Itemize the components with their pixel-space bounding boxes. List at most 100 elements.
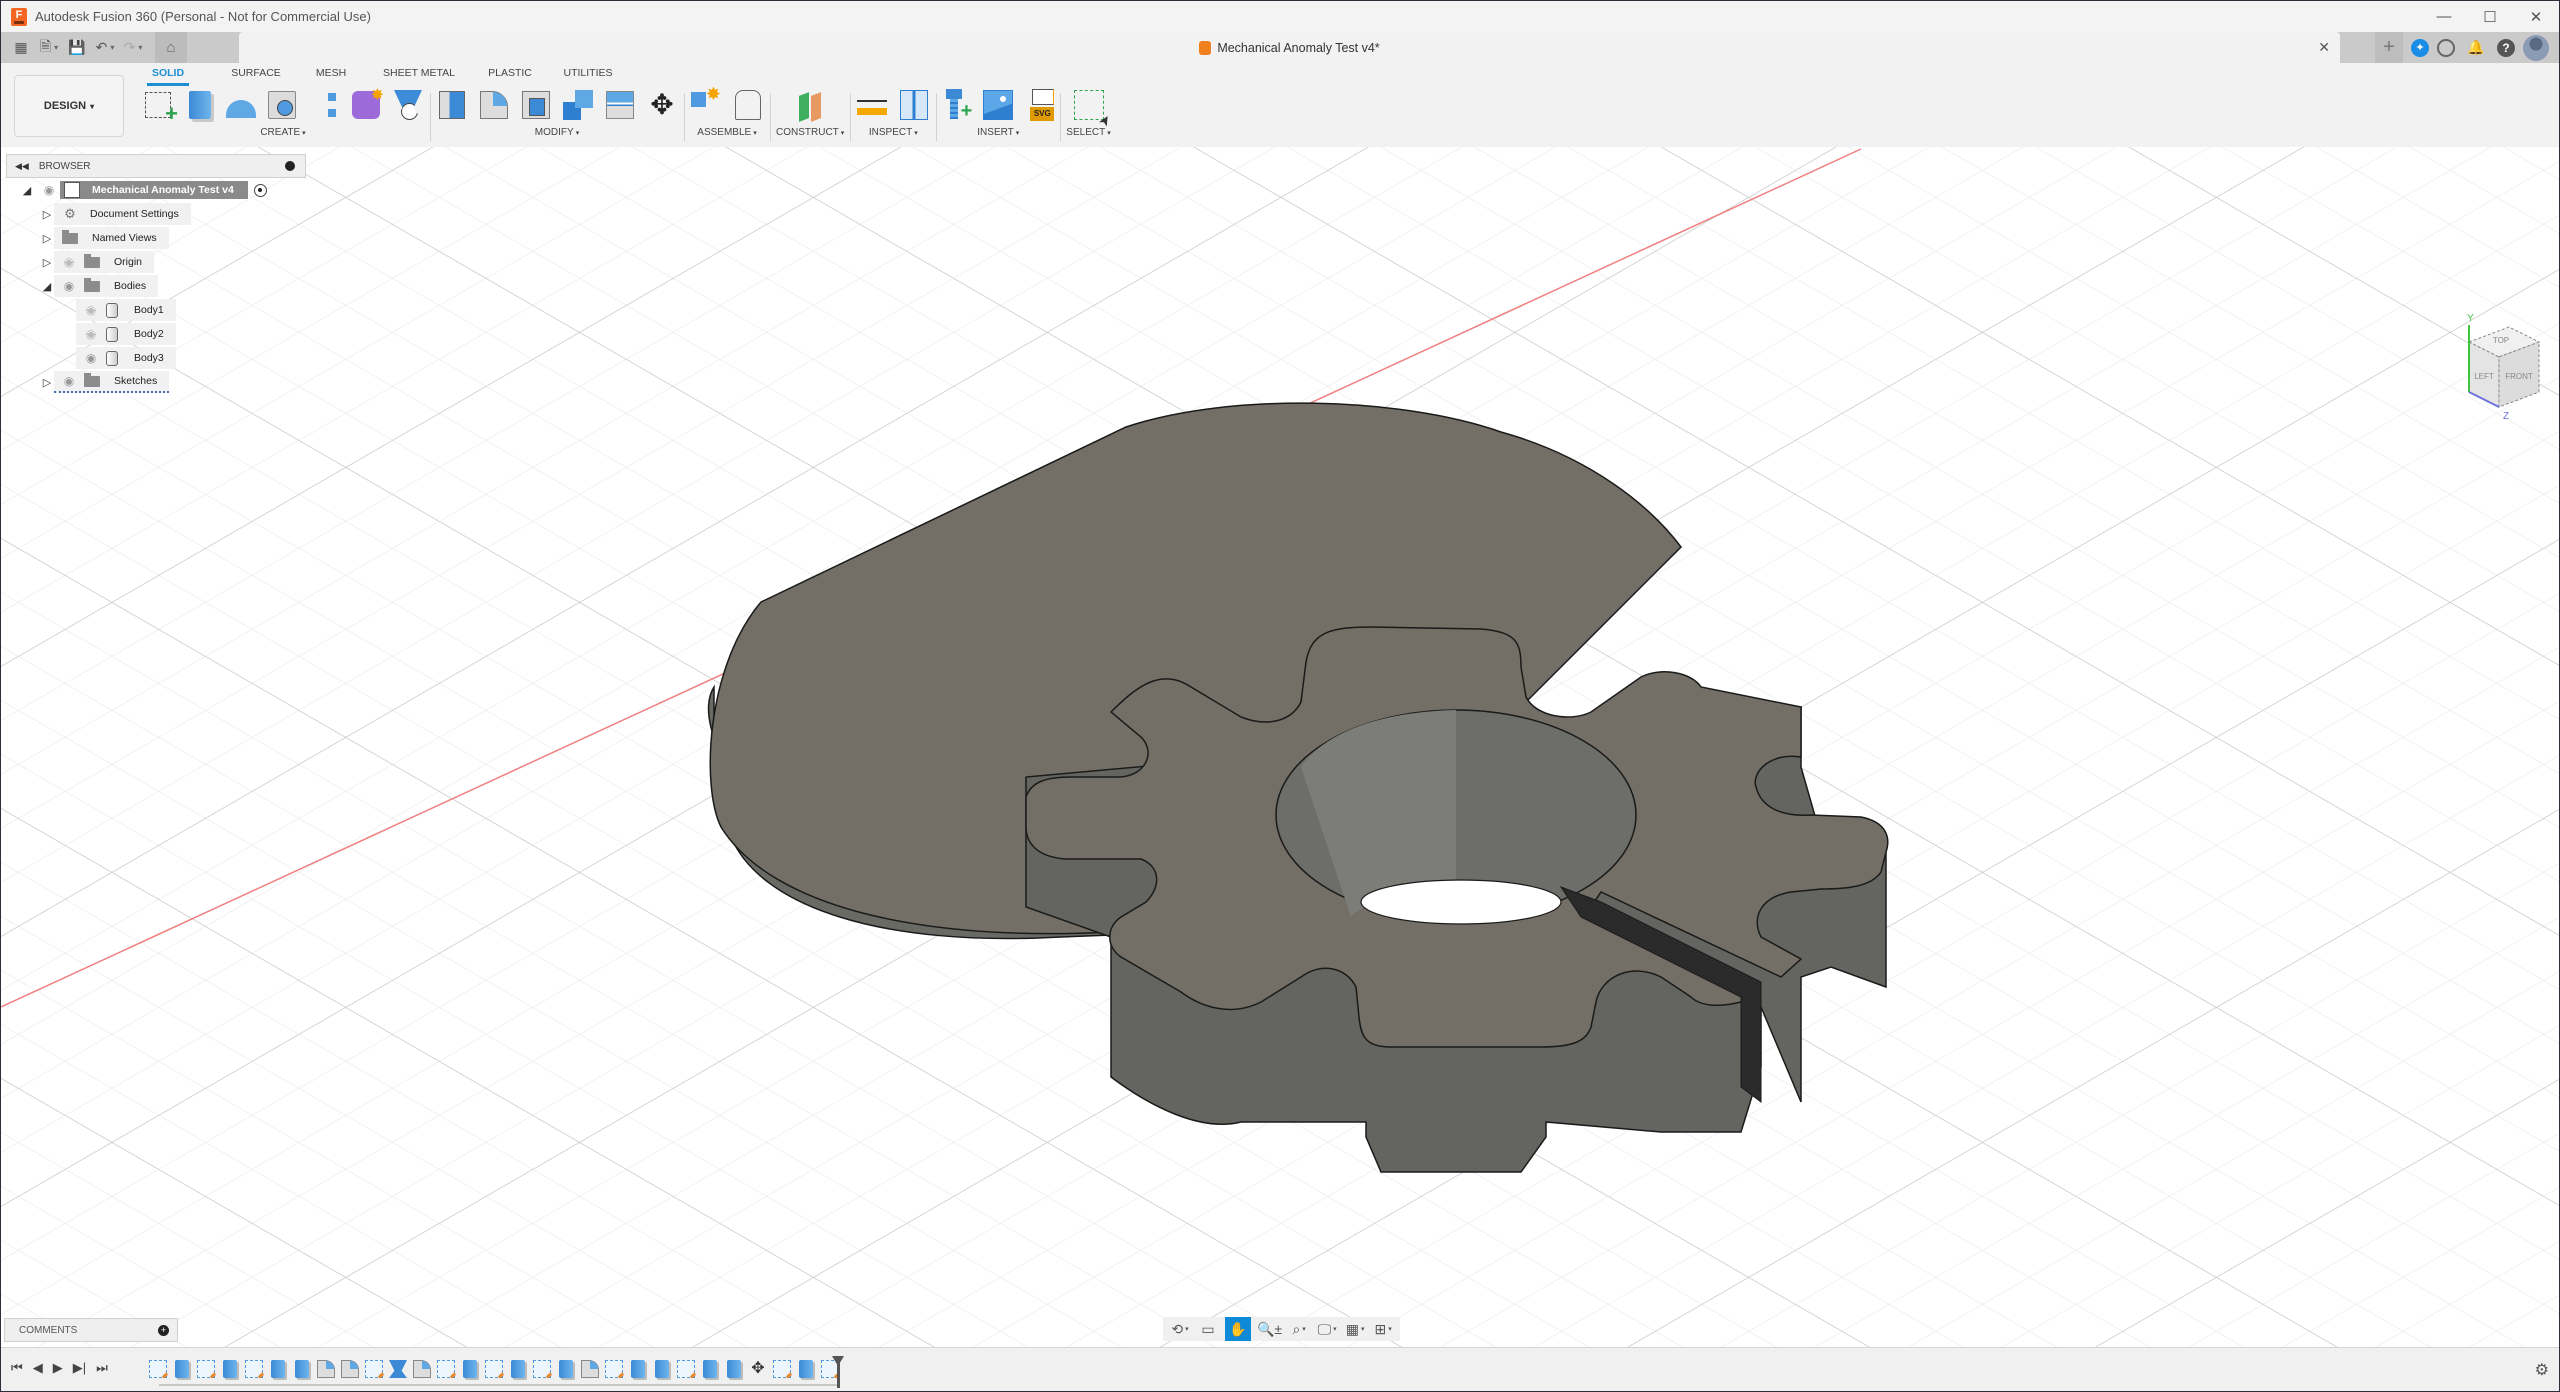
timeline-sketch-icon[interactable] [197,1360,215,1378]
minimize-button[interactable]: — [2421,1,2467,32]
timeline-sketch-icon[interactable] [605,1360,623,1378]
collapse-triangle-icon[interactable]: ◢ [40,280,54,293]
shell-icon[interactable] [522,91,550,119]
timeline-extrude-icon[interactable] [271,1360,285,1378]
timeline-extrude-icon[interactable] [559,1360,573,1378]
timeline-sketch-icon[interactable] [533,1360,551,1378]
timeline-marker[interactable] [832,1356,844,1388]
hidden-eye-icon[interactable]: ◉ [58,255,80,269]
step-back-button[interactable]: ◀ [33,1360,43,1376]
expand-triangle-icon[interactable]: ▷ [40,208,54,221]
timeline-fillet-icon[interactable] [413,1360,431,1378]
tab-solid[interactable]: SOLID [147,67,189,86]
save-button[interactable]: 💾 [65,36,89,60]
visibility-eye-icon[interactable]: ◉ [80,351,102,365]
timeline-sketch-icon[interactable] [149,1360,167,1378]
inspect-menu[interactable]: INSPECT ▾ [869,127,918,138]
extrude-icon[interactable] [189,91,211,119]
timeline-sketch-icon[interactable] [485,1360,503,1378]
timeline-extrude-icon[interactable] [223,1360,237,1378]
split-body-icon[interactable] [606,91,634,119]
timeline-sketch-icon[interactable] [245,1360,263,1378]
collapse-browser-icon[interactable]: ◀◀ [15,161,29,172]
combine-icon[interactable] [563,90,593,120]
workspace-switcher[interactable]: DESIGN ▾ [14,75,124,137]
tab-sheet-metal[interactable]: SHEET METAL [379,67,459,86]
orbit-button[interactable]: ⟲ ▾ [1169,1317,1191,1341]
visibility-eye-icon[interactable]: ◉ [58,374,80,388]
tree-item-sketches[interactable]: ▷ ◉ Sketches [6,370,306,394]
go-to-start-button[interactable]: ⏮ [11,1360,23,1376]
pin-icon[interactable] [285,161,295,171]
user-avatar[interactable] [2523,34,2549,61]
timeline-extrude-icon[interactable] [703,1360,717,1378]
go-to-end-button[interactable]: ⏭ [96,1360,108,1376]
home-button[interactable]: ⌂ [155,32,187,63]
zoom-button[interactable]: 🔍± [1257,1317,1282,1341]
notifications-bell-icon[interactable]: 🔔 [2463,35,2489,61]
timeline-extrude-icon[interactable] [631,1360,645,1378]
tab-mesh[interactable]: MESH [311,67,351,86]
timeline-extrude-icon[interactable] [727,1360,741,1378]
timeline-settings-gear-icon[interactable]: ⚙ [2535,1360,2549,1380]
create-sketch-icon[interactable] [145,92,178,127]
tab-plastic[interactable]: PLASTIC [485,67,535,86]
timeline-loft-icon[interactable] [389,1360,407,1378]
hidden-eye-icon[interactable]: ◉ [80,303,102,317]
visibility-eye-icon[interactable]: ◉ [38,183,60,197]
expand-triangle-icon[interactable]: ▷ [40,256,54,269]
3d-viewport[interactable]: TOP LEFT FRONT Y Z [1,147,2559,1347]
revolve-icon[interactable] [226,100,256,118]
loft-icon[interactable] [394,90,422,120]
tree-item-named-views[interactable]: ▷ Named Views [6,226,306,250]
job-status-icon[interactable] [2437,38,2455,57]
insert-menu[interactable]: INSERT ▾ [977,127,1019,138]
construct-menu[interactable]: CONSTRUCT ▾ [776,127,844,138]
timeline-fillet-icon[interactable] [581,1360,599,1378]
hidden-eye-icon[interactable]: ◉ [80,327,102,341]
select-menu[interactable]: SELECT ▾ [1066,127,1110,138]
insert-mcmaster-bolt-icon[interactable]: + [942,89,972,122]
rectangular-pattern-icon[interactable] [310,91,338,119]
timeline-extrude-icon[interactable] [463,1360,477,1378]
timeline-extrude-icon[interactable] [655,1360,669,1378]
close-button[interactable]: ✕ [2513,1,2559,32]
viewports-button[interactable]: ⊞ ▾ [1372,1317,1394,1341]
new-tab-button[interactable]: + [2375,32,2403,63]
tab-utilities[interactable]: UTILITIES [561,67,615,86]
insert-svg-icon[interactable] [1024,89,1055,121]
comments-panel[interactable]: COMMENTS + [4,1318,178,1342]
undo-button[interactable]: ↶ ▾ [93,36,117,60]
tab-surface[interactable]: SURFACE [227,67,285,86]
pan-button[interactable]: ✋ [1225,1317,1251,1341]
section-analysis-icon[interactable] [900,90,929,120]
tree-item-body1[interactable]: ◉ Body1 [6,298,306,322]
help-icon[interactable]: ? [2497,38,2515,57]
tree-root[interactable]: ◢ ◉ Mechanical Anomaly Test v4 [6,178,306,202]
move-copy-icon[interactable]: ✥ [647,90,677,120]
fit-button[interactable]: ⌕ ▾ [1288,1317,1310,1341]
create-form-icon[interactable] [352,85,384,119]
timeline-sketch-icon[interactable] [365,1360,383,1378]
display-settings-button[interactable]: 🖵 ▾ [1316,1317,1338,1341]
modify-menu[interactable]: MODIFY ▾ [535,127,579,138]
offset-plane-icon[interactable] [795,90,825,120]
grid-snaps-button[interactable]: ▦ ▾ [1344,1317,1366,1341]
timeline-sketch-icon[interactable] [437,1360,455,1378]
assemble-menu[interactable]: ASSEMBLE ▾ [697,127,756,138]
canvas-image-icon[interactable] [983,90,1014,120]
activate-component-radio[interactable] [253,183,267,197]
expand-triangle-icon[interactable]: ◢ [20,184,34,197]
timeline-move-icon[interactable]: ✥ [749,1360,767,1378]
timeline-extrude-icon[interactable] [175,1360,189,1378]
timeline-sketch-icon[interactable] [677,1360,695,1378]
tree-item-document-settings[interactable]: ▷ ⚙ Document Settings [6,202,306,226]
new-component-icon[interactable] [691,84,721,120]
tree-item-body2[interactable]: ◉ Body2 [6,322,306,346]
window-select-icon[interactable] [1073,90,1104,120]
data-panel-button[interactable]: ▦ [9,36,33,60]
expand-triangle-icon[interactable]: ▷ [40,232,54,245]
document-tab[interactable]: Mechanical Anomaly Test v4* ✕ [239,32,2340,63]
expand-triangle-icon[interactable]: ▷ [40,376,54,389]
maximize-button[interactable]: ☐ [2467,1,2513,32]
